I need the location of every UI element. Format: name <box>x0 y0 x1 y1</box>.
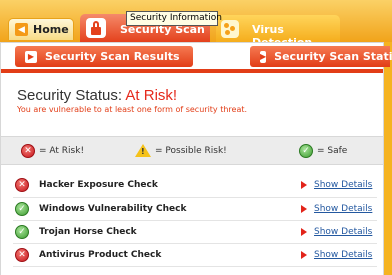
legend-at-risk: ✕ = At Risk! <box>21 144 84 158</box>
main-panel: ▶ Security Scan Results ▶ Security Scan … <box>0 42 392 275</box>
legend-possible-risk: ! = Possible Risk! <box>135 144 227 157</box>
status-block: Security Status: At Risk! You are vulner… <box>17 87 377 114</box>
lock-icon <box>86 18 106 38</box>
row-divider <box>13 197 377 198</box>
check-row: ✓ Trojan Horse Check Show Details <box>15 222 377 242</box>
sub-tab-bar: ▶ Security Scan Results ▶ Security Scan … <box>1 43 392 69</box>
show-details-link[interactable]: Show Details <box>301 250 372 260</box>
tab-results-label: Security Scan Results <box>45 50 180 63</box>
divider <box>1 69 383 73</box>
tab-virus-detection[interactable]: Virus Detection <box>216 15 340 49</box>
play-arrow-icon <box>301 251 307 259</box>
status-title: Security Status: At Risk! <box>17 87 377 104</box>
check-circle-icon: ✓ <box>15 225 29 239</box>
status-value: At Risk! <box>125 87 178 104</box>
row-divider <box>13 243 377 244</box>
check-row: ✕ Hacker Exposure Check Show Details <box>15 175 377 195</box>
tab-home[interactable]: ◀ Home <box>8 18 74 40</box>
row-divider <box>13 266 377 267</box>
chevron-right-icon: ▶ <box>25 50 37 63</box>
x-circle-icon: ✕ <box>15 178 29 192</box>
warning-triangle-icon: ! <box>135 144 151 157</box>
check-circle-icon: ✓ <box>299 144 313 158</box>
play-arrow-icon <box>301 181 307 189</box>
x-circle-icon: ✕ <box>21 144 35 158</box>
tab-statistics-label: Security Scan Statisti <box>274 50 392 63</box>
tooltip: Security Information <box>126 11 222 26</box>
tab-security-scan-statistics[interactable]: ▶ Security Scan Statisti <box>250 46 392 67</box>
show-details-link[interactable]: Show Details <box>301 204 372 214</box>
chevron-left-icon: ◀ <box>15 23 28 36</box>
x-circle-icon: ✕ <box>15 248 29 262</box>
row-divider <box>13 220 377 221</box>
play-arrow-icon <box>301 205 307 213</box>
legend: ✕ = At Risk! ! = Possible Risk! ✓ = Safe <box>1 136 383 165</box>
show-details-link[interactable]: Show Details <box>301 180 372 190</box>
check-row: ✓ Windows Vulnerability Check Show Detai… <box>15 199 377 219</box>
play-arrow-icon <box>301 228 307 236</box>
legend-safe: ✓ = Safe <box>299 144 347 158</box>
show-details-link[interactable]: Show Details <box>301 227 372 237</box>
chevron-right-icon: ▶ <box>260 50 267 63</box>
tab-security-scan-results[interactable]: ▶ Security Scan Results <box>15 46 193 67</box>
top-tab-bar: ◀ Home Security Scan Virus Detection Sec… <box>0 0 392 49</box>
check-circle-icon: ✓ <box>15 202 29 216</box>
virus-icon <box>221 20 239 38</box>
status-label: Security Status: <box>17 87 126 104</box>
tab-home-label: Home <box>33 23 69 36</box>
check-row: ✕ Antivirus Product Check Show Details <box>15 245 377 265</box>
status-subtitle: You are vulnerable to at least one form … <box>17 105 248 114</box>
